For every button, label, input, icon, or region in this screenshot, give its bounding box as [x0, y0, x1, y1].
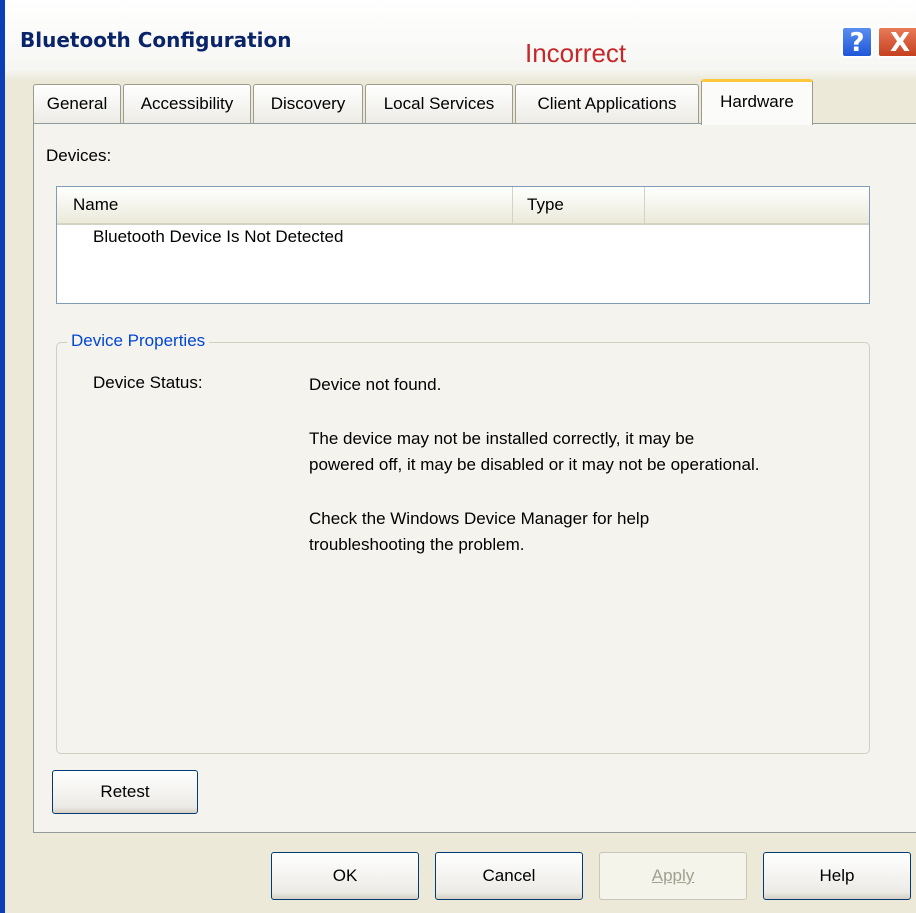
tab-hardware[interactable]: Hardware	[701, 79, 813, 125]
apply-button[interactable]: Apply	[599, 852, 747, 900]
help-message-line-1: Check the Windows Device Manager for hel…	[309, 509, 650, 528]
hardware-tab-panel: Devices: Name Type Bluetooth Device Is N…	[33, 123, 916, 833]
column-header-type[interactable]: Type	[513, 187, 645, 223]
tab-discovery[interactable]: Discovery	[253, 84, 363, 124]
dialog-window: Bluetooth Configuration Incorrect ? X Ge…	[0, 0, 916, 913]
status-message-line-2: powered off, it may be disabled or it ma…	[309, 455, 760, 474]
close-button[interactable]: X	[877, 26, 916, 58]
cancel-button[interactable]: Cancel	[435, 852, 583, 900]
help-title-button[interactable]: ?	[841, 26, 873, 58]
incorrect-watermark: Incorrect	[525, 38, 627, 68]
device-status-value: Device not found.	[309, 375, 442, 394]
devices-list-header: Name Type	[57, 187, 869, 225]
tab-local-services[interactable]: Local Services	[365, 84, 513, 124]
close-icon: X	[889, 28, 911, 58]
status-message-line-1: The device may not be installed correctl…	[309, 429, 695, 448]
device-status-label: Device Status:	[93, 373, 203, 392]
device-properties-group: Device Properties Device Status: Device …	[56, 331, 870, 754]
help-message-line-2: troubleshooting the problem.	[309, 535, 525, 554]
retest-button[interactable]: Retest	[52, 770, 198, 814]
devices-list[interactable]: Name Type Bluetooth Device Is Not Detect…	[56, 186, 870, 304]
window-title: Bluetooth Configuration	[20, 28, 292, 52]
help-button[interactable]: Help	[763, 852, 911, 900]
ok-button[interactable]: OK	[271, 852, 419, 900]
tab-client-applications[interactable]: Client Applications	[515, 84, 699, 124]
list-item[interactable]: Bluetooth Device Is Not Detected	[93, 227, 343, 247]
title-bar[interactable]: Bluetooth Configuration Incorrect ? X	[5, 0, 916, 80]
device-properties-legend: Device Properties	[67, 331, 210, 351]
devices-label: Devices:	[46, 146, 112, 165]
tab-general[interactable]: General	[33, 84, 121, 124]
tab-accessibility[interactable]: Accessibility	[123, 84, 251, 124]
question-icon: ?	[849, 28, 865, 58]
column-header-name[interactable]: Name	[57, 187, 513, 223]
